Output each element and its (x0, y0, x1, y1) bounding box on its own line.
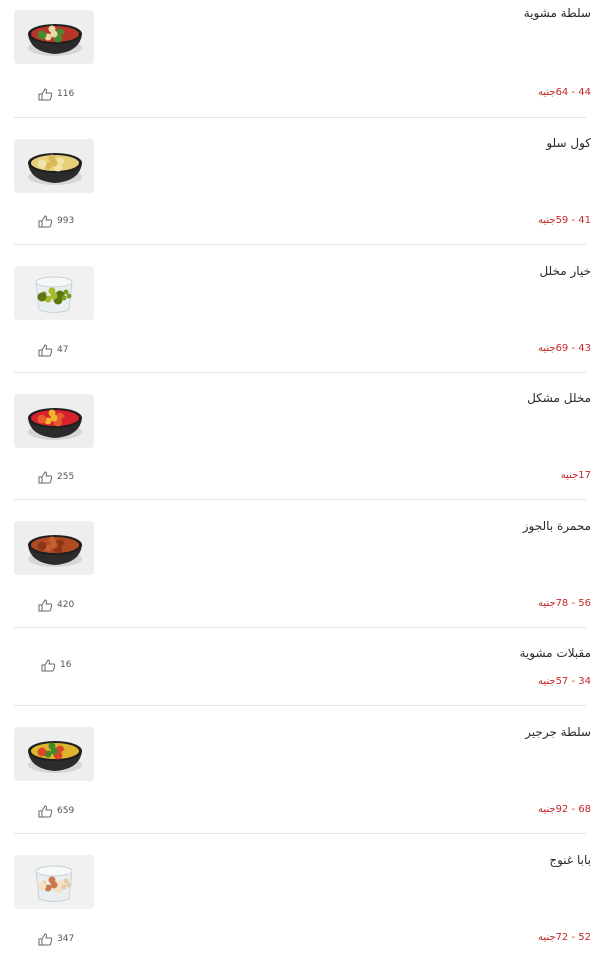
menu-item[interactable]: سلطة جرجير 68 - 92جنيه 659 (14, 706, 591, 834)
muhammara-bowl-icon (14, 521, 94, 575)
thumbs-up-icon (38, 805, 53, 817)
item-name[interactable]: مقبلات مشوية (520, 646, 592, 660)
like-button[interactable]: 993 (38, 214, 74, 228)
pickles-container-icon (14, 266, 94, 320)
item-price: 68 - 92جنيه (537, 804, 591, 815)
item-price: 17جنيه (560, 470, 591, 481)
thumbs-up-icon (38, 88, 53, 100)
like-button[interactable]: 420 (38, 598, 74, 612)
menu-item[interactable]: خيار مخلل 43 - 69جنيه 47 (14, 245, 591, 373)
item-name[interactable]: بابا غنوج (549, 853, 591, 867)
thumbs-up-icon (38, 471, 53, 483)
item-name[interactable]: سلطة جرجير (525, 725, 591, 739)
item-name[interactable]: كول سلو (546, 136, 591, 150)
item-image[interactable] (14, 266, 94, 320)
thumbs-up-icon (38, 599, 53, 611)
like-count: 993 (57, 216, 75, 226)
like-button[interactable]: 47 (38, 343, 68, 357)
thumbs-up-icon (38, 215, 53, 227)
item-price: 34 - 57جنيه (537, 676, 591, 687)
menu-item[interactable]: بابا غنوج 52 - 72جنيه 347 (14, 834, 591, 957)
thumbs-up-icon (38, 344, 53, 356)
like-count: 255 (57, 472, 75, 482)
thumbs-up-icon (41, 659, 56, 671)
menu-item[interactable]: سلطة مشوية 44 - 64جنيه 116 (14, 0, 591, 118)
arugula-salad-bowl-icon (14, 727, 94, 781)
item-image[interactable] (14, 855, 94, 909)
item-price: 44 - 64جنيه (537, 87, 591, 98)
mixed-pickles-bowl-icon (14, 394, 94, 448)
item-name[interactable]: مخلل مشكل (527, 391, 591, 405)
item-image[interactable] (14, 394, 94, 448)
item-price: 52 - 72جنيه (537, 932, 591, 943)
coleslaw-bowl-icon (14, 139, 94, 193)
item-image[interactable] (14, 727, 94, 781)
like-count: 420 (57, 600, 75, 610)
item-image[interactable] (14, 10, 94, 64)
item-name[interactable]: خيار مخلل (539, 264, 591, 278)
item-price: 41 - 59جنيه (537, 215, 591, 226)
like-button[interactable]: 659 (38, 804, 74, 818)
like-button[interactable]: 347 (38, 932, 74, 946)
like-count: 47 (57, 345, 69, 355)
like-count: 659 (57, 806, 75, 816)
like-button[interactable]: 116 (38, 87, 74, 101)
item-image[interactable] (14, 139, 94, 193)
like-count: 16 (60, 660, 72, 670)
baba-ganoush-container-icon (14, 855, 94, 909)
thumbs-up-icon (38, 933, 53, 945)
like-count: 347 (57, 934, 75, 944)
salad-bowl-icon (14, 10, 94, 64)
like-button[interactable]: 255 (38, 470, 74, 484)
menu-item[interactable]: مقبلات مشوية 34 - 57جنيه 16 (14, 628, 591, 706)
like-count: 116 (57, 89, 75, 99)
item-price: 43 - 69جنيه (537, 343, 591, 354)
item-image[interactable] (14, 521, 94, 575)
like-button[interactable]: 16 (41, 658, 71, 672)
item-name[interactable]: سلطة مشوية (524, 6, 591, 20)
item-price: 56 - 78جنيه (537, 598, 591, 609)
menu-item[interactable]: كول سلو 41 - 59جنيه 993 (14, 118, 591, 245)
menu-item[interactable]: محمرة بالجوز 56 - 78جنيه 420 (14, 500, 591, 628)
menu-item-list: سلطة مشوية 44 - 64جنيه 116 كول سلو 41 - 59… (0, 0, 604, 957)
item-name[interactable]: محمرة بالجوز (523, 519, 591, 533)
menu-item[interactable]: مخلل مشكل 17جنيه 255 (14, 373, 591, 500)
